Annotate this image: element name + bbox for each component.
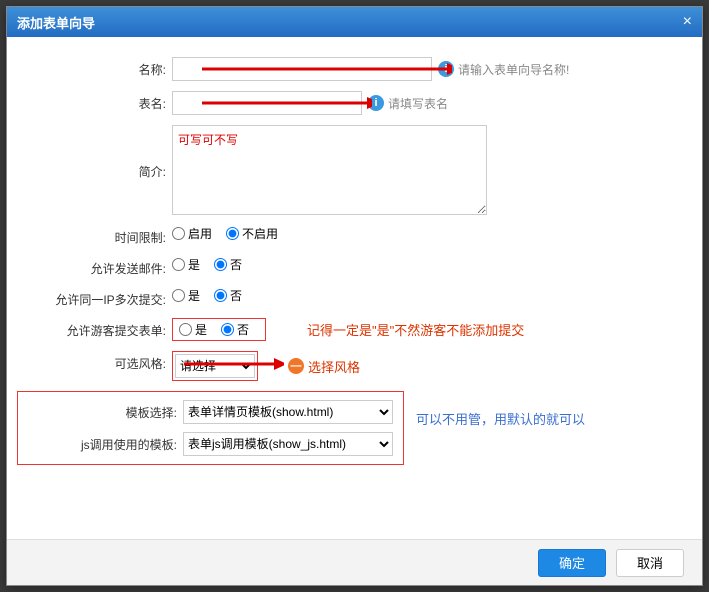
mail-yes[interactable]: 是 <box>172 256 200 273</box>
table-hint: 请填写表名 <box>388 95 448 112</box>
label-name: 名称 <box>7 57 172 78</box>
dialog-footer: 确定 取消 <box>7 539 702 585</box>
info-icon: i <box>368 95 384 111</box>
guest-annotation: 记得一定是"是"不然游客不能添加提交 <box>307 320 524 339</box>
tpl-annotation: 可以不用管，用默认的就可以 <box>416 409 585 428</box>
label-guest: 允许游客提交表单 <box>7 318 172 339</box>
guest-group-box: 是 否 <box>172 318 266 341</box>
info-icon: i <box>438 61 454 77</box>
guest-yes[interactable]: 是 <box>179 321 207 338</box>
close-icon[interactable]: × <box>683 13 692 31</box>
name-hint: 请输入表单向导名称! <box>458 61 569 78</box>
style-box: 请选择 <box>172 351 258 381</box>
template-box: 模板选择 表单详情页模板(show.html) js调用使用的模板 表单js调用… <box>17 391 404 465</box>
intro-textarea[interactable] <box>172 125 487 215</box>
ok-button[interactable]: 确定 <box>538 549 606 577</box>
mail-no[interactable]: 否 <box>214 256 242 273</box>
table-input[interactable] <box>172 91 362 115</box>
timelimit-enable[interactable]: 启用 <box>172 225 212 242</box>
guest-no[interactable]: 否 <box>221 321 249 338</box>
dialog: 添加表单向导 × 名称 i 请输入表单向导名称! 表名 i 请填写表名 简介 <box>6 6 703 586</box>
style-select[interactable]: 请选择 <box>175 354 255 378</box>
label-style: 可选风格 <box>7 351 172 372</box>
timelimit-disable[interactable]: 不启用 <box>226 225 278 242</box>
label-jstpl: js调用使用的模板 <box>28 436 183 453</box>
label-intro: 简介 <box>7 125 172 180</box>
label-sameip: 允许同一IP多次提交 <box>7 287 172 308</box>
label-table: 表名 <box>7 91 172 112</box>
dialog-body: 名称 i 请输入表单向导名称! 表名 i 请填写表名 简介 <box>7 37 702 465</box>
minus-icon: — <box>288 358 304 374</box>
cancel-button[interactable]: 取消 <box>616 549 684 577</box>
sameip-yes[interactable]: 是 <box>172 287 200 304</box>
tpl-select[interactable]: 表单详情页模板(show.html) <box>183 400 393 424</box>
label-timelimit: 时间限制 <box>7 225 172 246</box>
jstpl-select[interactable]: 表单js调用模板(show_js.html) <box>183 432 393 456</box>
name-input[interactable] <box>172 57 432 81</box>
label-mail: 允许发送邮件 <box>7 256 172 277</box>
sameip-no[interactable]: 否 <box>214 287 242 304</box>
label-tpl: 模板选择 <box>28 404 183 421</box>
titlebar: 添加表单向导 × <box>7 7 702 37</box>
style-hint: 选择风格 <box>308 357 360 376</box>
dialog-title: 添加表单向导 <box>17 13 95 32</box>
